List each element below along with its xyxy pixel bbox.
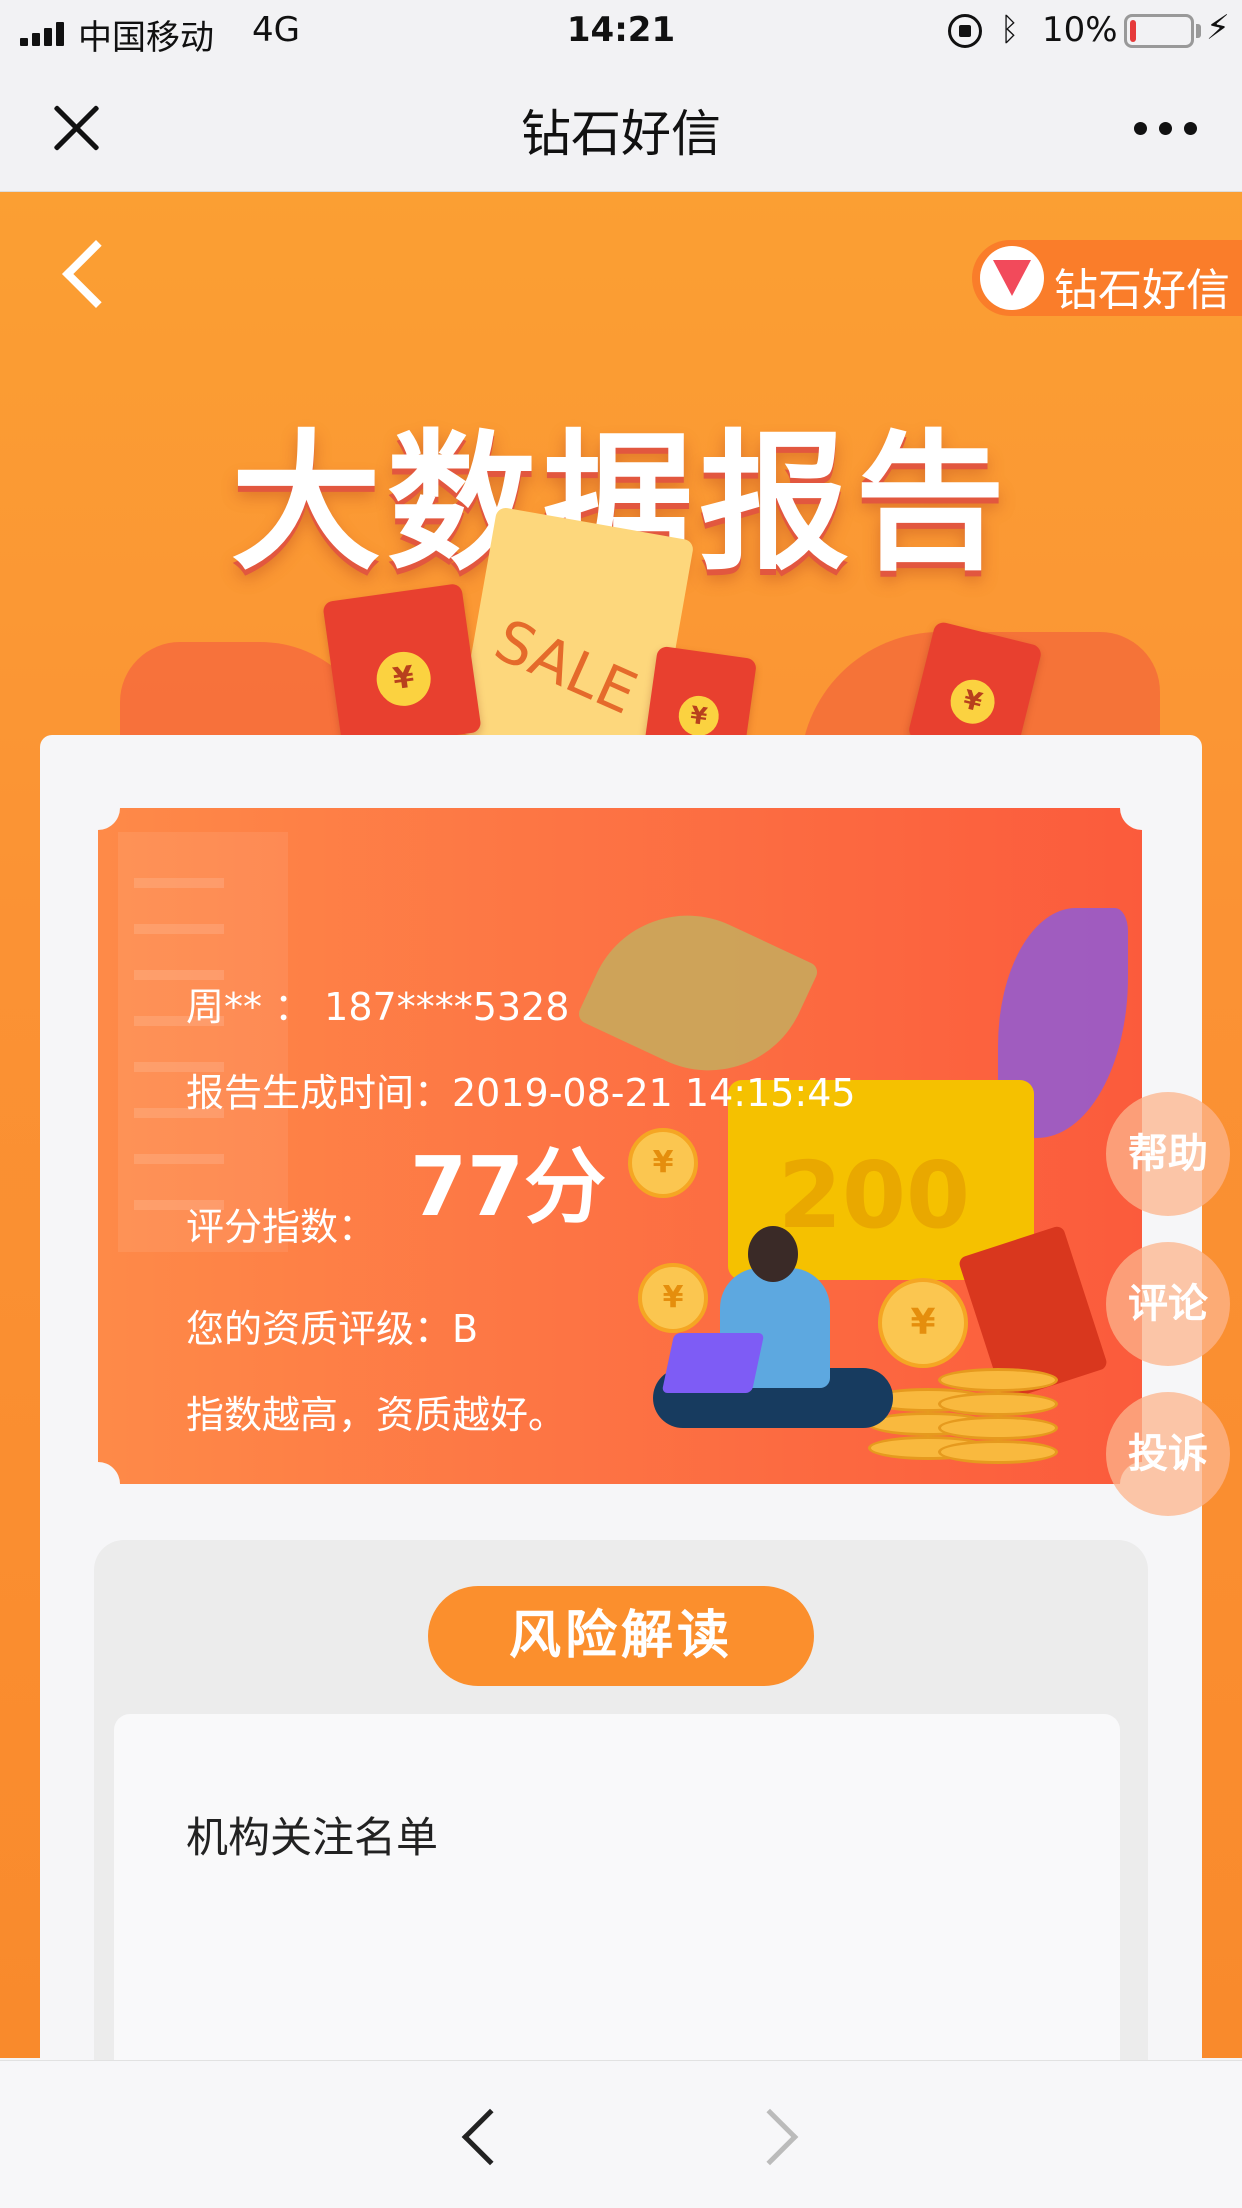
forward-icon[interactable] xyxy=(741,2108,799,2166)
comment-button[interactable]: 评论 xyxy=(1106,1242,1230,1366)
coin-icon: ¥ xyxy=(638,1263,708,1333)
gift-card-amount: 200 xyxy=(778,1142,971,1249)
ticket-notch xyxy=(98,1462,120,1484)
diamond-logo-icon xyxy=(980,246,1044,310)
score-ticket: 200 ¥ ¥ ¥ xyxy=(98,808,1142,1484)
status-bar: 中国移动 4G 14:21 ᛒ 10% ⚡ xyxy=(0,0,1242,64)
help-button[interactable]: 帮助 xyxy=(1106,1092,1230,1216)
nav-title: 钻石好信 xyxy=(521,105,721,163)
battery-level xyxy=(1130,20,1136,42)
brand-badge: 钻石好信 xyxy=(972,240,1242,316)
coin-stack-icon xyxy=(938,1416,1058,1440)
charging-icon: ⚡ xyxy=(1206,8,1230,48)
score-note: 指数越高，资质越好。 xyxy=(186,1393,567,1437)
more-icon[interactable] xyxy=(1134,122,1197,135)
risk-section-label: 风险解读 xyxy=(428,1586,814,1686)
coin-icon: ¥ xyxy=(878,1278,968,1368)
battery-percent: 10% xyxy=(1042,10,1118,50)
coin-stack-icon xyxy=(938,1368,1058,1392)
sale-tag-text: SALE xyxy=(485,605,647,728)
complain-button[interactable]: 投诉 xyxy=(1106,1392,1230,1516)
person-illustration-head xyxy=(748,1226,798,1282)
ticket-notch xyxy=(98,808,120,830)
risk-item-title: 机构关注名单 xyxy=(186,1813,439,1862)
battery-icon xyxy=(1124,14,1194,48)
bluetooth-icon: ᛒ xyxy=(1000,10,1020,48)
rotation-lock-icon xyxy=(948,14,982,48)
coin-stack-icon xyxy=(938,1440,1058,1464)
page: 中国移动 4G 14:21 ᛒ 10% ⚡ 钻石好信 钻石好信 大数据报告 SA… xyxy=(0,0,1242,2208)
ticket-notch xyxy=(1120,808,1142,830)
back-arrow-icon[interactable] xyxy=(62,240,130,308)
brand-name: 钻石好信 xyxy=(1054,265,1230,316)
laptop-illustration xyxy=(661,1333,765,1393)
red-envelope-icon: ¥ xyxy=(322,582,482,752)
score-label: 评分指数： xyxy=(186,1205,377,1249)
battery-tip xyxy=(1196,24,1201,38)
report-time: 报告生成时间：2019-08-21 14:15:45 xyxy=(186,1071,856,1115)
back-icon[interactable] xyxy=(461,2108,519,2166)
browser-toolbar xyxy=(0,2060,1242,2208)
score-value: 77分 xyxy=(410,1140,607,1235)
nav-bar: 钻石好信 xyxy=(0,64,1242,192)
coin-icon: ¥ xyxy=(628,1128,698,1198)
grade-line: 您的资质评级：B xyxy=(186,1307,479,1351)
coin-stack-icon xyxy=(938,1392,1058,1416)
user-info: 周** ： 187****5328 xyxy=(186,985,570,1029)
